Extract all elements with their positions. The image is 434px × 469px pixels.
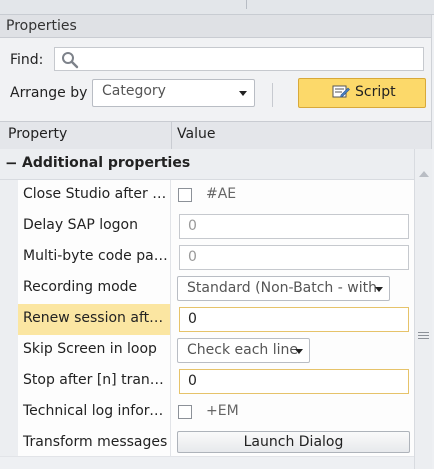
property-row[interactable]: Skip Screen in loop Check each line bbox=[0, 335, 414, 367]
property-value-cell: 0 bbox=[172, 242, 414, 273]
top-strip bbox=[0, 0, 434, 15]
category-row[interactable]: − Additional properties bbox=[0, 149, 414, 180]
property-value-cell: 0 bbox=[172, 304, 414, 335]
properties-panel: Properties Find: Arrange by Category Scr… bbox=[0, 15, 432, 469]
property-row[interactable]: Close Studio after run #AE bbox=[0, 180, 414, 212]
recording-mode-dropdown[interactable]: Standard (Non-Batch - with bbox=[177, 276, 390, 301]
chevron-down-icon bbox=[239, 91, 247, 96]
property-name: Technical log inform... bbox=[18, 397, 171, 428]
column-header-property[interactable]: Property bbox=[8, 126, 67, 142]
arrange-by-select[interactable]: Category bbox=[92, 79, 255, 107]
property-row[interactable]: Stop after [n] transa... 0 bbox=[0, 366, 414, 398]
checkbox-label: #AE bbox=[206, 186, 237, 202]
property-value-cell: Standard (Non-Batch - with bbox=[172, 273, 414, 304]
property-value-cell: +EM bbox=[172, 397, 414, 428]
column-header-value[interactable]: Value bbox=[177, 126, 215, 142]
script-button-label: Script bbox=[355, 84, 396, 100]
search-icon bbox=[62, 52, 79, 69]
close-studio-checkbox[interactable] bbox=[178, 188, 192, 202]
toolbar-separator bbox=[272, 83, 273, 107]
grid-header: Property Value bbox=[0, 121, 431, 150]
delay-sap-logon-field[interactable]: 0 bbox=[179, 214, 409, 239]
property-row[interactable]: Transform messages Launch Dialog bbox=[0, 428, 414, 457]
checkbox-label: +EM bbox=[206, 403, 239, 419]
arrange-by-value: Category bbox=[102, 83, 166, 99]
property-name: Recording mode bbox=[18, 273, 171, 304]
multibyte-code-page-field[interactable]: 0 bbox=[179, 245, 409, 270]
property-name: Transform messages bbox=[18, 428, 171, 456]
property-name: Multi-byte code pag... bbox=[18, 242, 171, 273]
property-name: Renew session after... bbox=[18, 304, 171, 335]
property-row-selected[interactable]: Renew session after... 0 bbox=[0, 304, 414, 336]
property-value-cell: Check each line bbox=[172, 335, 414, 366]
scroll-up-arrow-icon[interactable] bbox=[419, 171, 429, 177]
script-button[interactable]: Script bbox=[298, 78, 426, 108]
renew-session-field[interactable]: 0 bbox=[179, 307, 409, 332]
vertical-scrollbar[interactable] bbox=[414, 149, 432, 469]
property-value-cell: 0 bbox=[172, 211, 414, 242]
column-divider[interactable] bbox=[171, 122, 172, 149]
property-row[interactable]: Delay SAP logon 0 bbox=[0, 211, 414, 243]
skip-screen-dropdown[interactable]: Check each line bbox=[177, 338, 310, 363]
stop-after-transactions-field[interactable]: 0 bbox=[179, 369, 409, 394]
property-name: Stop after [n] transa... bbox=[18, 366, 171, 397]
script-icon bbox=[332, 85, 350, 98]
property-value-cell: 0 bbox=[172, 366, 414, 397]
property-row[interactable]: Multi-byte code pag... 0 bbox=[0, 242, 414, 274]
launch-dialog-button[interactable]: Launch Dialog bbox=[177, 431, 410, 453]
chevron-down-icon bbox=[375, 287, 383, 292]
technical-log-checkbox[interactable] bbox=[178, 405, 192, 419]
property-row[interactable]: Technical log inform... +EM bbox=[0, 397, 414, 429]
property-value-cell: #AE bbox=[172, 180, 414, 211]
property-value-cell: Launch Dialog bbox=[172, 428, 414, 456]
category-label: Additional properties bbox=[22, 155, 191, 171]
property-name: Skip Screen in loop bbox=[18, 335, 171, 366]
scrollbar-grip-icon[interactable] bbox=[418, 332, 429, 341]
collapse-icon[interactable]: − bbox=[5, 156, 18, 171]
property-name: Delay SAP logon bbox=[18, 211, 171, 242]
panel-title: Properties bbox=[6, 18, 77, 34]
property-row[interactable]: Recording mode Standard (Non-Batch - wit… bbox=[0, 273, 414, 305]
panel-titlebar: Properties bbox=[0, 15, 431, 38]
strip-divider bbox=[246, 0, 247, 9]
chevron-down-icon bbox=[295, 349, 303, 354]
arrange-by-label: Arrange by bbox=[10, 85, 88, 101]
property-name: Close Studio after run bbox=[18, 180, 171, 211]
find-input[interactable] bbox=[54, 47, 424, 71]
find-label: Find: bbox=[10, 52, 44, 68]
